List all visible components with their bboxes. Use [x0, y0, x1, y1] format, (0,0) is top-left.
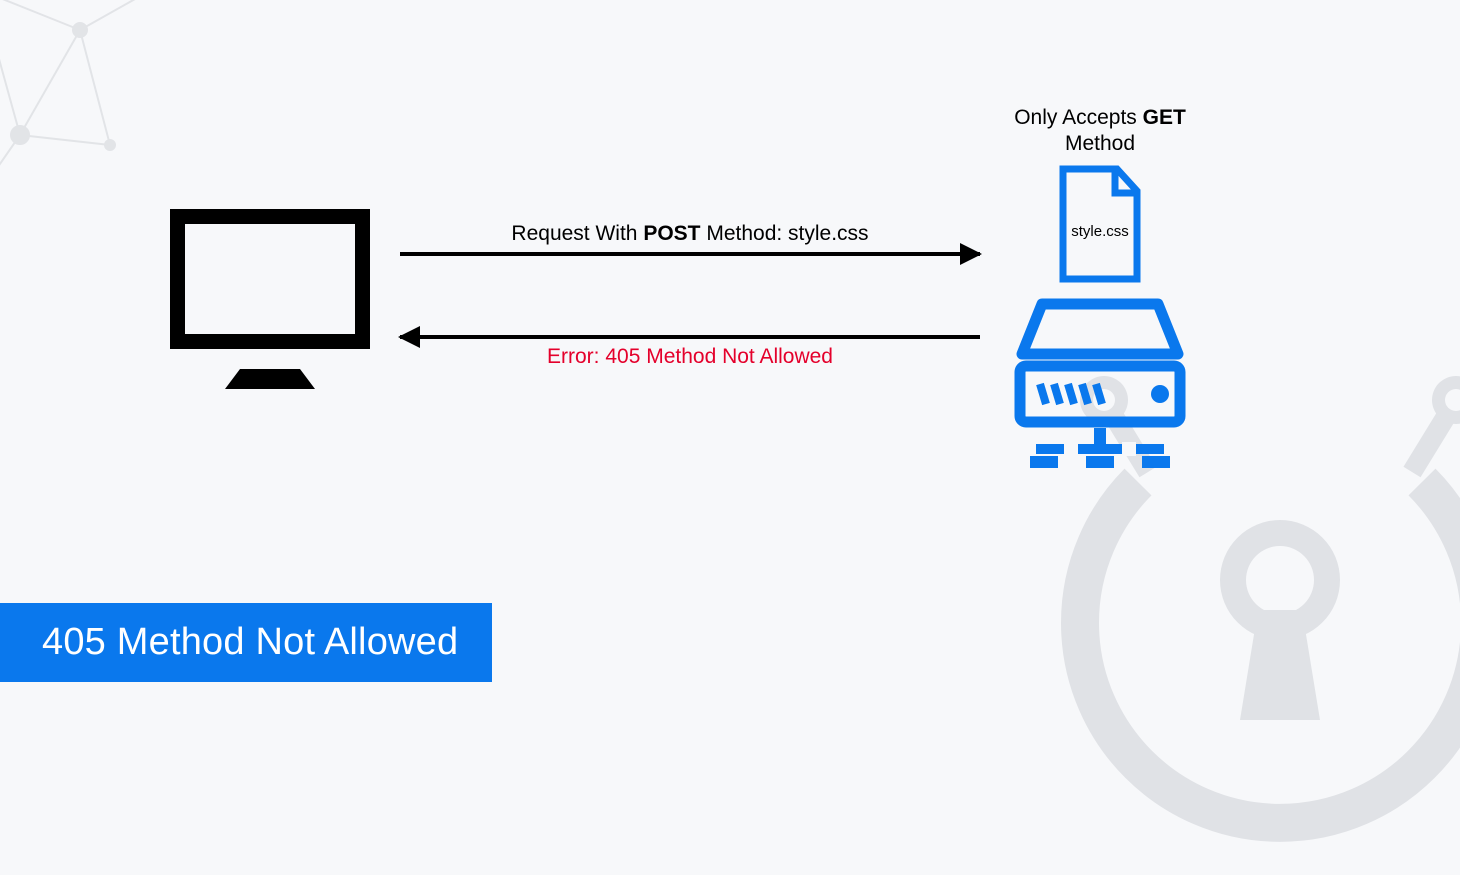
request-label-post: Method: style.css [701, 222, 869, 245]
client-monitor-icon [165, 199, 375, 409]
response-arrow: Error: 405 Method Not Allowed [400, 335, 980, 369]
server-caption-bold: GET [1143, 106, 1186, 129]
server-group: Only Accepts GET Method style.css [1005, 165, 1195, 471]
response-label: Error: 405 Method Not Allowed [400, 345, 980, 369]
request-label: Request With POST Method: style.css [400, 222, 980, 246]
request-method: POST [643, 222, 700, 245]
server-icon [1005, 296, 1195, 471]
arrow-left-icon [400, 335, 980, 339]
title-banner: 405 Method Not Allowed [0, 603, 492, 682]
request-label-pre: Request With [511, 222, 643, 245]
banner-title: 405 Method Not Allowed [42, 621, 458, 663]
arrow-right-icon [400, 252, 980, 256]
server-caption: Only Accepts GET Method [980, 105, 1220, 158]
request-arrow: Request With POST Method: style.css [400, 222, 980, 256]
file-label: style.css [1055, 223, 1145, 240]
server-caption-pre: Only Accepts [1014, 106, 1142, 129]
server-caption-post: Method [1065, 132, 1135, 155]
file-icon: style.css [1055, 165, 1145, 283]
